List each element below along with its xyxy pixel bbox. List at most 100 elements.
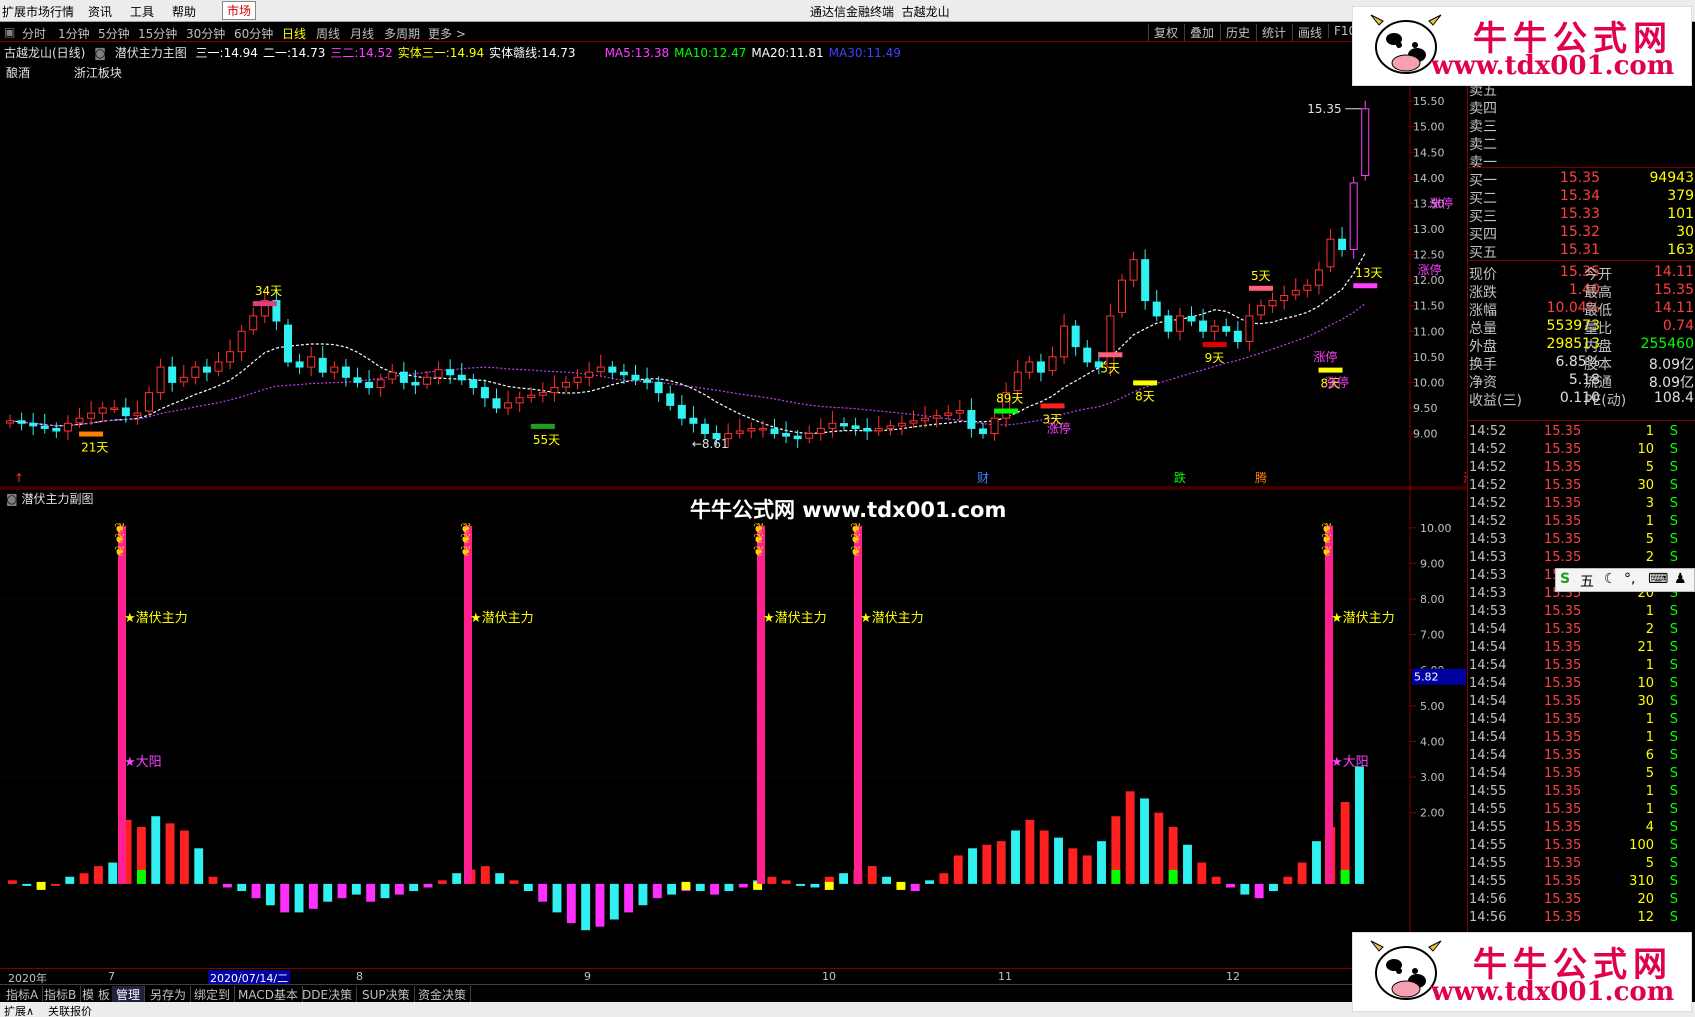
- main-candlestick-chart[interactable]: 15.5015.0014.5014.0013.5013.0012.5012.00…: [0, 42, 1467, 488]
- tab-indicator-a[interactable]: 指标A: [2, 986, 44, 1003]
- tick-price: 15.35: [1544, 820, 1582, 835]
- tool-stats[interactable]: 统计: [1256, 24, 1286, 41]
- menu-extended-market[interactable]: 扩展市场行情: [2, 3, 74, 20]
- period-daily[interactable]: 日线: [282, 25, 306, 42]
- tool-adjust[interactable]: 复权: [1148, 24, 1178, 41]
- period-5min[interactable]: 5分钟: [98, 25, 130, 42]
- ime-logo-icon[interactable]: S: [1560, 571, 1570, 587]
- candle-body: [110, 407, 119, 410]
- sector-tag[interactable]: 酿酒: [6, 66, 30, 80]
- period-60min[interactable]: 60分钟: [234, 25, 273, 42]
- period-more[interactable]: 更多 >: [428, 25, 466, 42]
- tab-template[interactable]: 模 板: [78, 986, 115, 1003]
- candle-body: [1141, 259, 1150, 302]
- histogram-bar: [1211, 876, 1221, 884]
- ime-toolbar[interactable]: S 五 ☾ °, ⌨ ♟: [1555, 568, 1695, 592]
- buy-level-row[interactable]: 买五 15.31 163: [1468, 242, 1695, 261]
- candle-body: [1129, 259, 1138, 281]
- indicator-settings-icon[interactable]: ◙: [94, 46, 106, 60]
- candle-body: [1245, 315, 1254, 342]
- tab-indicator-b[interactable]: 指标B: [40, 986, 82, 1003]
- buy-level-row[interactable]: 买四 15.32 30: [1468, 224, 1695, 243]
- sub-chart-header: ◙ 潜伏主力副图: [6, 490, 94, 507]
- tick-price: 15.35: [1544, 640, 1582, 655]
- indicator-name[interactable]: 潜伏主力主图: [115, 46, 187, 60]
- price-tick-label: 10.50: [1413, 351, 1445, 364]
- buy-level-row[interactable]: 买一 15.35 94943: [1468, 170, 1695, 189]
- period-more-label: 更多: [428, 27, 453, 41]
- tab-sup[interactable]: SUP决策: [358, 986, 415, 1003]
- quote-label: PE(动): [1584, 393, 1627, 409]
- quote-value: 15.35: [1653, 282, 1694, 298]
- date-axis: 2020年 7 2020/07/14/二 8 9 10 11 12: [0, 968, 1467, 986]
- period-multi[interactable]: 多周期: [384, 25, 420, 42]
- event-marker: 跌: [1174, 470, 1186, 485]
- period-minute[interactable]: 分时: [22, 25, 46, 42]
- tick-time: 14:55: [1469, 784, 1507, 799]
- candle-body: [365, 381, 374, 389]
- panel-toggle-icon[interactable]: ▣: [4, 25, 15, 39]
- moon-icon[interactable]: ☾: [1604, 571, 1617, 587]
- tick-time: 14:52: [1469, 478, 1507, 493]
- tab-macd[interactable]: MACD基本: [234, 986, 303, 1003]
- sub-indicator-name[interactable]: 潜伏主力副图: [21, 492, 93, 506]
- tick-row: 14:54 15.35 2 S: [1468, 622, 1695, 640]
- tool-history[interactable]: 历史: [1220, 24, 1250, 41]
- buy-level-row[interactable]: 买二 15.34 379: [1468, 188, 1695, 207]
- buy-price: 15.35: [1559, 170, 1600, 186]
- histogram-bar: [351, 883, 361, 895]
- tick-side: S: [1669, 802, 1678, 817]
- period-15min[interactable]: 15分钟: [138, 25, 177, 42]
- day-marker-bar: [252, 301, 277, 307]
- tick-time: 14:55: [1469, 820, 1507, 835]
- keyboard-icon[interactable]: ⌨: [1648, 571, 1668, 587]
- tick-price: 15.35: [1544, 892, 1582, 907]
- histogram-bar: [839, 873, 849, 884]
- sell-level-row[interactable]: 卖四: [1468, 98, 1695, 117]
- day-marker-bar: [1133, 380, 1158, 386]
- period-monthly[interactable]: 月线: [350, 25, 374, 42]
- histogram-bar: [1011, 830, 1020, 884]
- sell-level-row[interactable]: 卖三: [1468, 116, 1695, 135]
- menu-help[interactable]: 帮助: [172, 3, 196, 20]
- indicator-value: 三一:14.94: [195, 46, 258, 60]
- tick-volume: 5: [1645, 856, 1654, 871]
- tab-fund[interactable]: 资金决策: [414, 986, 472, 1003]
- sub-indicator-settings-icon[interactable]: ◙: [6, 492, 18, 506]
- sector-tag[interactable]: 浙江板块: [74, 66, 122, 80]
- price-tick-label: 14.50: [1413, 146, 1445, 159]
- menu-news[interactable]: 资讯: [88, 3, 112, 20]
- histogram-bar: [781, 880, 791, 884]
- tick-side: S: [1669, 496, 1678, 511]
- tab-bind-to[interactable]: 绑定到: [190, 986, 236, 1003]
- tick-price: 15.35: [1544, 514, 1582, 529]
- tool-draw[interactable]: 画线: [1292, 24, 1322, 41]
- candle-body: [457, 374, 466, 381]
- menu-tools[interactable]: 工具: [130, 3, 154, 20]
- menu-market[interactable]: 市场: [222, 1, 257, 20]
- user-icon[interactable]: ♟: [1674, 571, 1687, 587]
- period-weekly[interactable]: 周线: [316, 25, 340, 42]
- histogram-bar-yellow: [36, 881, 46, 890]
- linked-quote-button[interactable]: 关联报价: [48, 1003, 92, 1017]
- sell-level-row[interactable]: 卖二: [1468, 134, 1695, 153]
- period-30min[interactable]: 30分钟: [186, 25, 225, 42]
- buy-level-row[interactable]: 买三 15.33 101: [1468, 206, 1695, 225]
- candle-body: [793, 435, 802, 440]
- expand-button[interactable]: 扩展∧: [4, 1003, 34, 1017]
- candle-body: [446, 369, 455, 376]
- punctuation-icon[interactable]: °,: [1624, 571, 1635, 587]
- histogram-bar: [509, 880, 519, 884]
- candle-body: [515, 397, 524, 404]
- sub-indicator-chart[interactable]: 10.009.008.007.006.005.004.003.002.005.8…: [0, 488, 1467, 968]
- ime-mode-label[interactable]: 五: [1580, 571, 1594, 591]
- tick-time: 14:52: [1469, 424, 1507, 439]
- buy-volume: 101: [1667, 206, 1694, 222]
- period-1min[interactable]: 1分钟: [58, 25, 90, 42]
- sub-tick-label: 4.00: [1420, 735, 1445, 748]
- tab-manage[interactable]: 管理: [112, 986, 146, 1003]
- histogram-bar: [796, 883, 806, 886]
- tab-save-as[interactable]: 另存为: [146, 986, 192, 1003]
- tool-overlay[interactable]: 叠加: [1184, 24, 1214, 41]
- tab-dde[interactable]: DDE决策: [298, 986, 358, 1003]
